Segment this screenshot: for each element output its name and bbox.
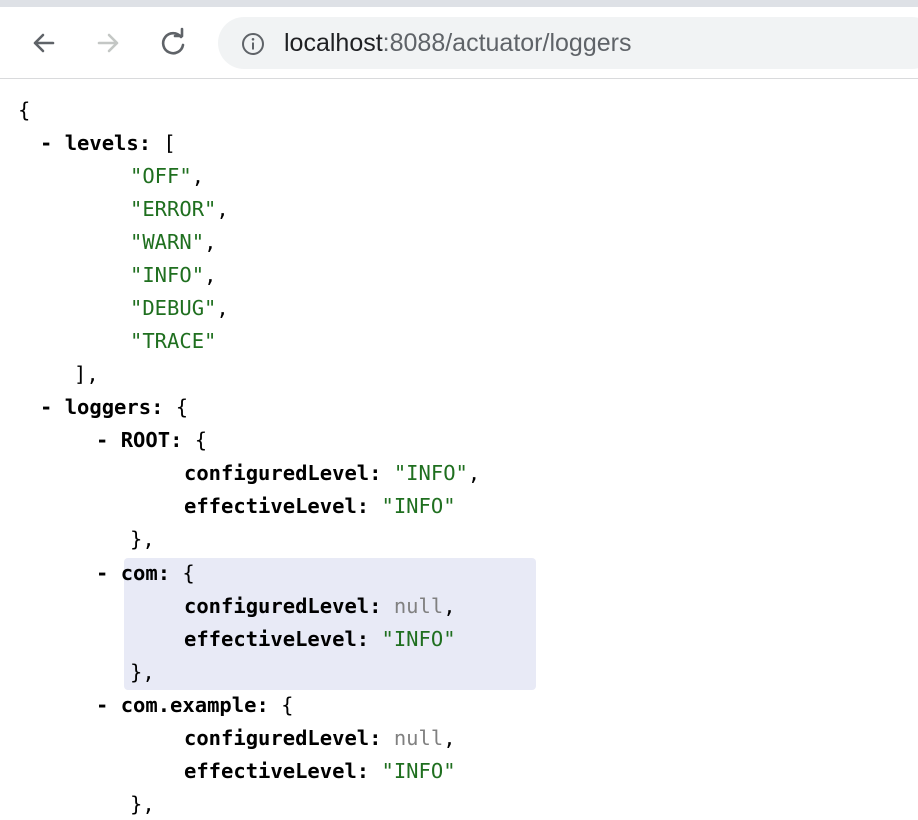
levels-close: ], — [74, 362, 99, 386]
collapse-toggle-levels[interactable]: - — [40, 131, 52, 155]
back-arrow-icon — [33, 33, 55, 53]
levels-key: levels — [64, 131, 139, 155]
json-open-brace: { — [18, 98, 31, 122]
info-icon[interactable] — [241, 32, 265, 56]
reload-button[interactable] — [155, 25, 191, 61]
forward-button[interactable] — [90, 25, 126, 61]
address-bar[interactable]: localhost:8088/actuator/loggers — [218, 17, 918, 69]
browser-tab-strip — [0, 0, 918, 7]
levels-row: - levels: [ — [40, 131, 176, 155]
logger-name: com — [120, 561, 158, 585]
level-item: "ERROR", — [130, 197, 229, 221]
url-text[interactable]: localhost:8088/actuator/loggers — [284, 29, 631, 57]
back-button[interactable] — [26, 25, 62, 61]
configured-level-row: configuredLevel: "INFO", — [184, 461, 481, 485]
loggers-key: loggers — [64, 395, 152, 419]
url-path: :8088/actuator/loggers — [382, 29, 632, 57]
level-item: "INFO", — [130, 263, 217, 287]
browser-toolbar: localhost:8088/actuator/loggers — [0, 7, 918, 79]
logger-close: }, — [130, 660, 155, 684]
collapse-toggle-com[interactable]: - — [96, 561, 108, 585]
logger-row: - com.example: { — [96, 693, 294, 717]
level-item: "DEBUG", — [130, 296, 229, 320]
url-host: localhost — [284, 29, 383, 57]
level-item: "OFF", — [130, 164, 205, 188]
forward-arrow-icon — [97, 33, 119, 53]
effective-level-row: effectiveLevel: "INFO" — [184, 627, 456, 651]
collapse-toggle-com-example[interactable]: - — [96, 693, 108, 717]
configured-level-row: configuredLevel: null, — [184, 726, 456, 750]
logger-close: }, — [130, 792, 155, 816]
effective-level-row: effectiveLevel: "INFO" — [184, 759, 456, 783]
json-viewer: { - levels: [ "OFF", "ERROR", "WARN", "I… — [0, 80, 918, 820]
logger-row: - com: { — [96, 561, 195, 585]
collapse-toggle-loggers[interactable]: - — [40, 395, 52, 419]
logger-row: - ROOT: { — [96, 428, 208, 452]
level-item: "WARN", — [130, 230, 217, 254]
reload-icon — [161, 27, 185, 55]
collapse-toggle-root[interactable]: - — [96, 428, 108, 452]
logger-name: com.example — [120, 693, 257, 717]
effective-level-row: effectiveLevel: "INFO" — [184, 494, 456, 518]
level-item: "TRACE" — [130, 329, 217, 353]
logger-name: ROOT — [120, 428, 171, 452]
loggers-row: - loggers: { — [40, 395, 189, 419]
configured-level-row: configuredLevel: null, — [184, 594, 456, 618]
logger-close: }, — [130, 527, 155, 551]
